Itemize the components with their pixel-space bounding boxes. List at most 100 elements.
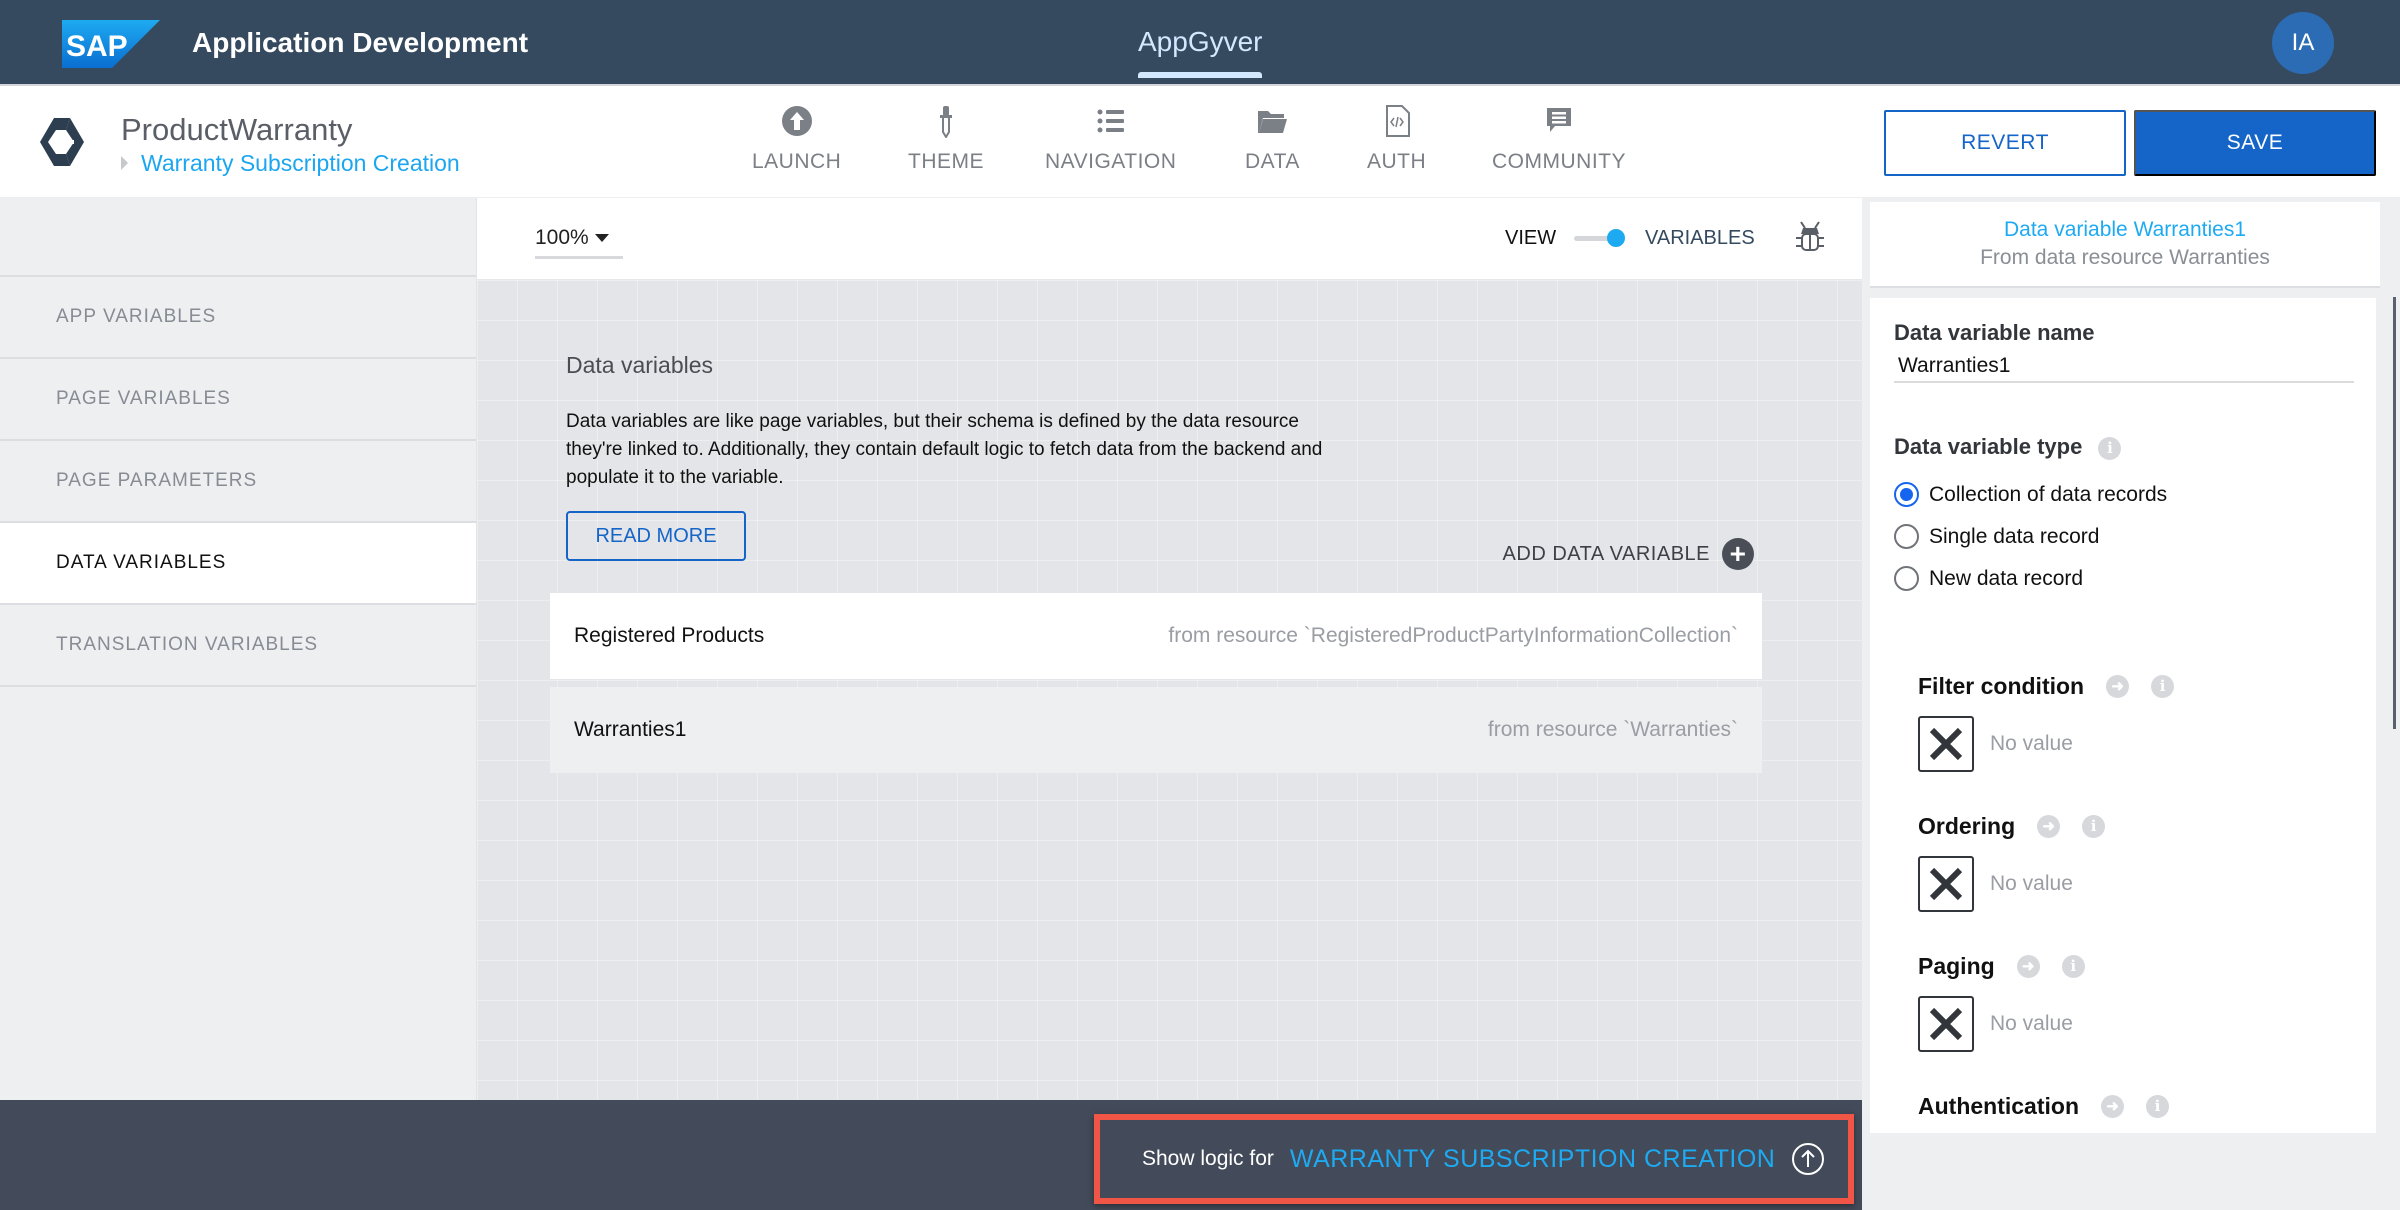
variable-resource: from resource `RegisteredProductPartyInf… [1168,624,1738,647]
theme-icon [940,106,952,138]
nav-launch[interactable]: LAUNCH [752,104,841,174]
sidebar-item-data-variables[interactable]: DATA VARIABLES [0,523,476,605]
radio-unselected-icon [1894,524,1919,549]
show-logic-label: Show logic for [1142,1147,1274,1170]
radio-new[interactable]: New data record [1894,566,2083,591]
show-logic-page-name: WARRANTY SUBSCRIPTION CREATION [1289,1144,1776,1173]
zoom-select[interactable]: 100% [535,226,609,250]
radio-label: Collection of data records [1929,482,2168,506]
section-description: Data variables are like page variables, … [566,411,1323,488]
type-label-text: Data variable type [1894,434,2083,459]
show-logic-button[interactable]: Show logic for WARRANTY SUBSCRIPTION CRE… [1094,1114,1854,1204]
project-name: ProductWarranty [121,112,353,147]
name-field-label: Data variable name [1894,320,2095,345]
data-variable-row[interactable]: Registered Products from resource `Regis… [550,593,1762,679]
property-label: Filter condition [1918,673,2085,699]
nav-auth[interactable]: AUTH [1367,104,1426,174]
variable-resource: from resource `Warranties` [1487,718,1738,741]
user-avatar[interactable]: IA [2272,12,2334,74]
canvas-area: Data variables Data variables are like p… [477,280,1862,1100]
sidebar-item-page-parameters[interactable]: PAGE PARAMETERS [0,441,476,523]
radio-selected-icon [1894,482,1919,507]
nav-theme-label: THEME [908,150,984,173]
zoom-value: 100% [535,226,589,249]
app-title: Application Development [192,27,529,58]
sidebar-item-translation-variables[interactable]: TRANSLATION VARIABLES [0,605,476,687]
data-icon [1258,111,1288,133]
property-value: No value [1990,872,2073,895]
project-bar: ProductWarranty Warranty Subscription Cr… [0,86,2400,198]
nav-data-label: DATA [1245,150,1300,173]
appgyver-logo-icon [40,118,84,166]
nav-navigation-label: NAVIGATION [1045,150,1177,173]
revert-button[interactable]: REVERT [1884,110,2126,176]
toggle-knob[interactable] [1607,229,1625,247]
no-value-binding-button[interactable] [1918,856,1974,912]
radio-unselected-icon [1894,566,1919,591]
no-value-binding-button[interactable] [1918,716,1974,772]
info-icon[interactable]: i [2151,675,2175,698]
debug-bug-icon[interactable] [1793,220,1827,254]
data-variable-row-selected[interactable]: Warranties1 from resource `Warranties` [550,687,1762,773]
caret-right-icon [121,156,128,170]
plus-icon: + [1722,538,1754,570]
canvas-toolbar: 100% VIEW VARIABLES [477,198,1862,280]
add-data-variable-label: ADD DATA VARIABLE [1502,542,1710,565]
read-more-button[interactable]: READ MORE [566,511,746,561]
nav-launch-label: LAUNCH [752,150,842,173]
property-label: Authentication [1918,1093,2079,1119]
properties-panel: Data variable Warranties1 From data reso… [1862,198,2400,1210]
no-value-binding-button[interactable] [1918,996,1974,1052]
property-filter-condition: Filter condition ➜ i No value [1918,673,2175,772]
save-button[interactable]: SAVE [2134,110,2376,176]
nav-navigation[interactable]: NAVIGATION [1045,104,1176,174]
property-paging: Paging ➜ i No value [1918,953,2085,1052]
x-icon [1929,867,1963,901]
sidebar-item-app-variables[interactable]: APP VARIABLES [0,277,476,359]
shell-bar: SAP Application Development AppGyver IA [0,0,2400,86]
type-field-label: Data variable type i [1894,434,2122,460]
chevron-down-icon [594,234,609,242]
properties-body: Data variable name Data variable type i … [1870,298,2376,1133]
binding-arrow-icon[interactable]: ➜ [2101,1095,2124,1118]
properties-subtitle: From data resource Warranties [1980,246,2270,269]
svg-text:SAP: SAP [66,30,128,63]
nav-data[interactable]: DATA [1245,104,1300,174]
sap-logo[interactable]: SAP [62,20,160,68]
sidebar-item-page-variables[interactable]: PAGE VARIABLES [0,359,476,441]
nav-community[interactable]: COMMUNITY [1492,104,1626,174]
view-label[interactable]: VIEW [1505,227,1556,250]
variable-name: Warranties1 [574,718,687,741]
info-icon[interactable]: i [2146,1095,2169,1118]
sidebar-spacer [0,198,476,277]
navigation-icon [1097,109,1124,133]
binding-arrow-icon[interactable]: ➜ [2016,955,2040,978]
nav-theme[interactable]: THEME [908,104,984,174]
community-icon [1547,108,1571,132]
properties-scrollbar[interactable] [2393,297,2396,729]
radio-single[interactable]: Single data record [1894,524,2099,549]
info-icon[interactable]: i [2098,436,2122,460]
property-ordering: Ordering ➜ i No value [1918,813,2106,912]
section-title: Data variables [566,352,714,378]
property-authentication: Authentication ➜ i [1918,1093,2169,1120]
binding-arrow-icon[interactable]: ➜ [2037,815,2061,838]
current-page-link[interactable]: Warranty Subscription Creation [141,150,460,177]
radio-collection[interactable]: Collection of data records [1894,482,2167,507]
logic-canvas-bar: Show logic for WARRANTY SUBSCRIPTION CRE… [0,1100,1862,1210]
properties-title: Data variable Warranties1 [2004,218,2246,241]
tab-appgyver[interactable]: AppGyver [1138,26,1263,58]
radio-label: New data record [1929,566,2084,590]
launch-icon [781,106,812,136]
auth-icon [1385,105,1410,137]
add-data-variable-button[interactable]: ADD DATA VARIABLE + [1503,538,1754,570]
arrow-up-circle-icon [1792,1143,1825,1175]
nav-community-label: COMMUNITY [1492,150,1626,173]
variables-label[interactable]: VARIABLES [1645,227,1755,250]
variable-name-input[interactable] [1894,351,2354,383]
info-icon[interactable]: i [2082,815,2106,838]
info-icon[interactable]: i [2061,955,2085,978]
x-icon [1929,1007,1963,1041]
variable-name: Registered Products [574,624,765,647]
binding-arrow-icon[interactable]: ➜ [2106,675,2130,698]
